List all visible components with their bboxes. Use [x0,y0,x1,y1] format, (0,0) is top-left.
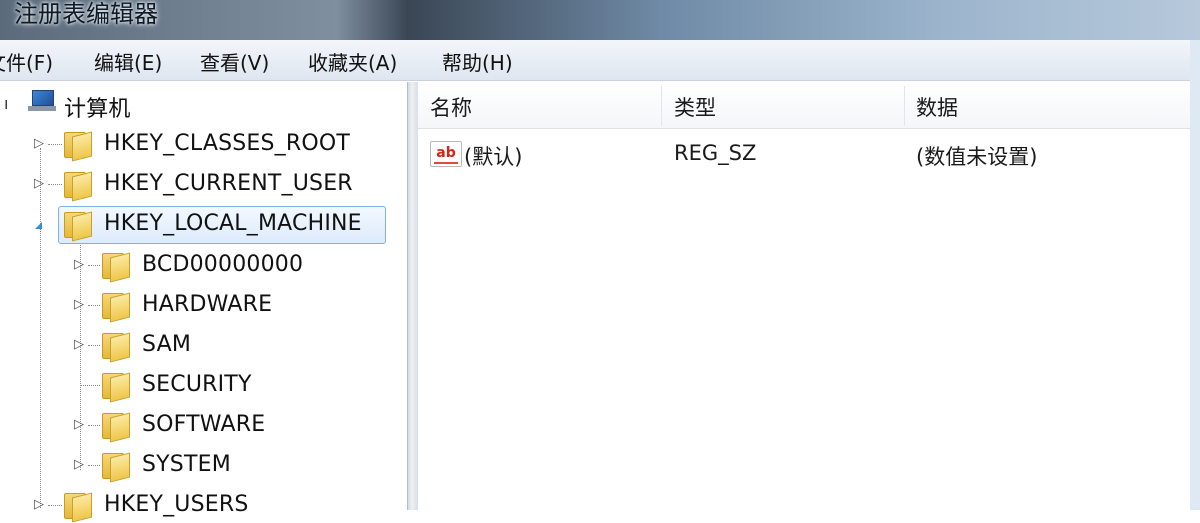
title-bar: 注册表编辑器 [0,0,1200,40]
folder-icon [62,491,92,523]
tree-item-label: BCD00000000 [142,252,304,277]
tree-item-security[interactable]: SECURITY [0,367,400,403]
tree-item-label: HARDWARE [142,292,273,317]
value-name: (默认) [464,145,523,169]
tree-item-label: SYSTEM [142,452,231,477]
tree-item-system[interactable]: ▷ SYSTEM [0,447,400,483]
tree-item-label: SAM [142,332,192,357]
menu-file[interactable]: 文件(F) [0,47,53,76]
list-row-default[interactable]: ab (默认) REG_SZ (数值未设置) [418,136,1200,172]
values-list[interactable]: 名称 类型 数据 ab (默认) REG_SZ (数值未设置) [418,82,1200,510]
tree-item-sam[interactable]: ▷ SAM [0,327,400,363]
value-data: (数值未设置) [916,145,1038,169]
tree-item-hkey-local-machine[interactable]: HKEY_LOCAL_MACHINE [0,206,400,242]
menu-edit[interactable]: 编辑(E) [94,47,162,76]
folder-icon [100,331,130,363]
window-right-edge [1190,40,1200,510]
triangle-right-icon[interactable]: ▷ [74,297,84,312]
folder-icon [100,371,130,403]
triangle-right-icon[interactable]: ▷ [74,457,84,472]
collapse-icon[interactable]: ı [4,94,8,113]
value-type: REG_SZ [674,141,757,165]
menu-bar: 文件(F) 编辑(E) 查看(V) 收藏夹(A) 帮助(H) [0,40,1200,81]
tree-item-hkey-users[interactable]: ▷ HKEY_USERS [0,487,400,523]
triangle-right-icon[interactable]: ▷ [74,257,84,272]
computer-icon [24,88,58,116]
tree-item-hardware[interactable]: ▷ HARDWARE [0,287,400,323]
folder-icon [62,210,92,242]
tree-item-label: SOFTWARE [142,412,266,437]
column-header-name[interactable]: 名称 [430,92,472,122]
column-divider[interactable] [904,86,905,126]
folder-icon [100,451,130,483]
tree-item-label: SECURITY [142,372,252,397]
tree-item-bcd00000000[interactable]: ▷ BCD00000000 [0,247,400,283]
folder-icon [100,251,130,283]
tree-item-label: HKEY_LOCAL_MACHINE [104,211,362,236]
tree-item-label: HKEY_CURRENT_USER [104,171,353,196]
list-header: 名称 类型 数据 [418,82,1200,129]
menu-favorites[interactable]: 收藏夹(A) [308,47,397,76]
column-divider[interactable] [661,86,662,126]
tree-root-label: 计算机 [64,97,131,122]
window-title: 注册表编辑器 [14,0,158,28]
tree-item-hkey-current-user[interactable]: ▷ HKEY_CURRENT_USER [0,166,400,202]
column-header-data[interactable]: 数据 [916,92,958,122]
triangle-right-icon[interactable]: ▷ [74,417,84,432]
reg-string-ab-icon: ab [430,141,462,167]
tree-item-hkey-classes-root[interactable]: ▷ HKEY_CLASSES_ROOT [0,126,400,162]
triangle-right-icon[interactable]: ▷ [74,337,84,352]
folder-icon [62,130,92,162]
column-header-type[interactable]: 类型 [674,92,716,122]
tree-item-label: HKEY_CLASSES_ROOT [104,131,351,156]
folder-icon [62,170,92,202]
tree-item-label: HKEY_USERS [104,492,249,517]
triangle-right-icon[interactable]: ▷ [34,176,44,191]
triangle-right-icon[interactable]: ▷ [34,136,44,151]
folder-icon [100,411,130,443]
tree-root-computer[interactable]: ı 计算机 [0,86,200,122]
menu-help[interactable]: 帮助(H) [442,47,513,76]
folder-icon [100,291,130,323]
tree-item-software[interactable]: ▷ SOFTWARE [0,407,400,443]
menu-view[interactable]: 查看(V) [200,47,269,76]
